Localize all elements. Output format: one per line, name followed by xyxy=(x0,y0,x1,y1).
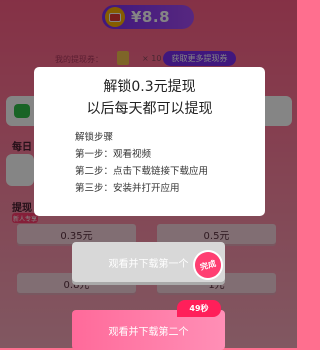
watch-first-label: 观看并下载第一个 xyxy=(108,258,189,270)
watch-second-label: 观看并下载第二个 xyxy=(108,326,189,338)
step-3: 第三步：安装并打开应用 xyxy=(75,183,180,194)
modal-title-line1: 解锁0.3元提现 xyxy=(103,79,196,95)
steps-title: 解锁步骤 xyxy=(75,132,114,143)
unlock-modal: 解锁0.3元提现 以后每天都可以提现 解锁步骤 第一步：观看视频 第二步：点击下… xyxy=(34,67,265,216)
step-2: 第二步：点击下载链接下载应用 xyxy=(75,166,209,177)
modal-title-line2: 以后每天都可以提现 xyxy=(86,101,213,117)
countdown-timer-badge: 49秒 xyxy=(177,300,221,317)
step-1: 第一步：观看视频 xyxy=(75,149,152,160)
